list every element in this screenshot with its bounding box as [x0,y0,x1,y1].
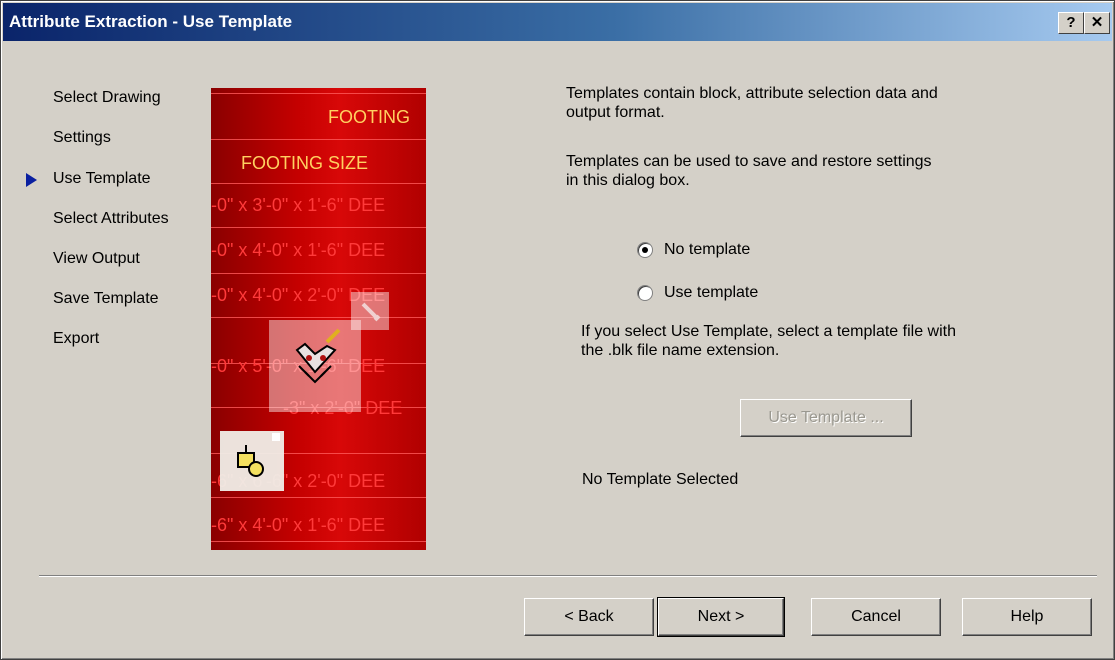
step-save-template: Save Template [53,290,159,307]
template-heart-icon [295,328,341,384]
help-icon[interactable]: ? [1058,12,1084,34]
templates-description: Templates contain block, attribute selec… [566,85,938,121]
footer-separator [39,575,1097,577]
window-title: Attribute Extraction - Use Template [9,12,293,31]
illustration-subheader: FOOTING SIZE [241,153,369,173]
no-template-label[interactable]: No template [664,241,750,259]
pencil-icon [361,302,381,322]
illustration-row: -6" x 4'-0" x 1'-6" DEE [211,515,386,535]
illustration-header: FOOTING [328,107,410,127]
pencil-icon-overlay [351,292,389,330]
templates-usage-description: Templates can be used to save and restor… [566,153,932,189]
step-settings: Settings [53,129,111,146]
current-step-arrow-icon [26,173,37,187]
cancel-button[interactable]: Cancel [811,598,941,636]
help-button[interactable]: Help [962,598,1092,636]
step-view-output: View Output [53,250,140,267]
illustration-row: -0" x 3'-0" x 1'-6" DEE [211,195,386,215]
wizard-illustration: FOOTING FOOTING SIZE -0" x 3'-0" x 1'-6"… [211,88,426,550]
template-status: No Template Selected [582,471,739,488]
step-label: Use Template [53,170,151,187]
use-template-button[interactable]: Use Template ... [740,399,912,437]
template-icon-overlay [269,320,361,412]
radio-button-unchecked[interactable] [637,285,653,301]
dialog-content: Select Drawing Settings Use Template Sel… [1,41,1114,659]
close-icon[interactable]: ✕ [1084,12,1110,34]
title-bar[interactable]: Attribute Extraction - Use Template ? ✕ [3,3,1112,41]
step-use-template: Use Template [26,170,151,188]
step-select-drawing: Select Drawing [53,89,161,106]
step-export: Export [53,330,100,347]
radio-button-checked[interactable] [637,242,653,258]
step-select-attributes: Select Attributes [53,210,169,227]
template-hint: If you select Use Template, select a tem… [581,323,956,359]
attribute-extraction-dialog: Attribute Extraction - Use Template ? ✕ … [0,0,1115,660]
use-template-label[interactable]: Use template [664,284,758,302]
back-button[interactable]: < Back [524,598,654,636]
next-button[interactable]: Next > [657,597,785,637]
illustration-row: -0" x 4'-0" x 1'-6" DEE [211,240,386,260]
